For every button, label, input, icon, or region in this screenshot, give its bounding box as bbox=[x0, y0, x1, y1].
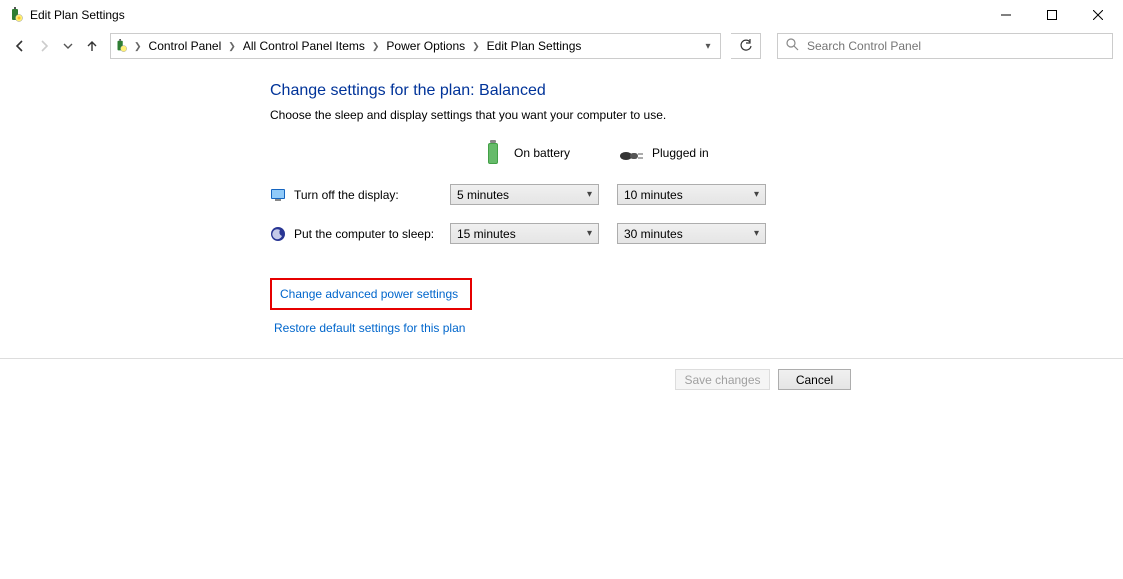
breadcrumb-separator: ❯ bbox=[469, 41, 483, 52]
navigation-bar: ❯ Control Panel ❯ All Control Panel Item… bbox=[0, 30, 1123, 62]
setting-sleep-label: Put the computer to sleep: bbox=[294, 227, 434, 241]
page-subtext: Choose the sleep and display settings th… bbox=[270, 108, 1123, 122]
address-bar-icon bbox=[111, 34, 131, 58]
setting-label: Put the computer to sleep: bbox=[270, 226, 450, 242]
column-plugged-in-label: Plugged in bbox=[652, 146, 709, 160]
window-title: Edit Plan Settings bbox=[30, 8, 983, 22]
display-plugged-dropdown[interactable]: 10 minutes bbox=[617, 184, 766, 205]
sleep-plugged-value: 30 minutes bbox=[624, 227, 683, 241]
cancel-button[interactable]: Cancel bbox=[778, 369, 851, 390]
link-advanced-settings[interactable]: Change advanced power settings bbox=[276, 284, 462, 304]
highlight-box: Change advanced power settings bbox=[270, 278, 472, 310]
breadcrumb-separator: ❯ bbox=[225, 41, 239, 52]
breadcrumb: Control Panel ❯ All Control Panel Items … bbox=[145, 34, 696, 58]
save-button[interactable]: Save changes bbox=[675, 369, 770, 390]
links-block: Change advanced power settings Restore d… bbox=[270, 278, 1123, 338]
window-controls bbox=[983, 0, 1121, 30]
search-icon bbox=[786, 38, 799, 54]
setting-label: Turn off the display: bbox=[270, 187, 450, 203]
setting-row-display: Turn off the display: 5 minutes 10 minut… bbox=[270, 184, 1123, 205]
setting-display-label: Turn off the display: bbox=[294, 188, 399, 202]
search-box[interactable] bbox=[777, 33, 1113, 59]
refresh-button[interactable] bbox=[731, 33, 761, 59]
breadcrumb-power-options[interactable]: Power Options bbox=[382, 39, 469, 53]
breadcrumb-edit-plan[interactable]: Edit Plan Settings bbox=[483, 39, 586, 53]
up-button[interactable] bbox=[82, 36, 102, 56]
display-plugged-value: 10 minutes bbox=[624, 188, 683, 202]
close-button[interactable] bbox=[1075, 0, 1121, 30]
setting-row-sleep: Put the computer to sleep: 15 minutes 30… bbox=[270, 223, 1123, 244]
sleep-battery-value: 15 minutes bbox=[457, 227, 516, 241]
breadcrumb-control-panel[interactable]: Control Panel bbox=[145, 39, 226, 53]
footer: Save changes Cancel bbox=[0, 358, 1123, 400]
sleep-icon bbox=[270, 226, 286, 242]
sleep-battery-dropdown[interactable]: 15 minutes bbox=[450, 223, 599, 244]
display-battery-dropdown[interactable]: 5 minutes bbox=[450, 184, 599, 205]
minimize-button[interactable] bbox=[983, 0, 1029, 30]
titlebar: Edit Plan Settings bbox=[0, 0, 1123, 30]
link-restore-defaults[interactable]: Restore default settings for this plan bbox=[270, 318, 469, 338]
search-input[interactable] bbox=[807, 39, 1104, 53]
address-dropdown-button[interactable]: ▾ bbox=[696, 34, 720, 58]
back-button[interactable] bbox=[10, 36, 30, 56]
battery-icon bbox=[480, 140, 506, 166]
breadcrumb-separator: ❯ bbox=[369, 41, 383, 52]
maximize-button[interactable] bbox=[1029, 0, 1075, 30]
sleep-plugged-dropdown[interactable]: 30 minutes bbox=[617, 223, 766, 244]
column-on-battery-label: On battery bbox=[514, 146, 570, 160]
power-options-icon bbox=[8, 7, 24, 23]
content: Change settings for the plan: Balanced C… bbox=[0, 62, 1123, 338]
recent-locations-button[interactable] bbox=[58, 36, 78, 56]
page-heading: Change settings for the plan: Balanced bbox=[270, 82, 1123, 100]
plug-icon bbox=[618, 140, 644, 166]
display-icon bbox=[270, 187, 286, 203]
column-on-battery: On battery bbox=[450, 140, 618, 166]
display-battery-value: 5 minutes bbox=[457, 188, 509, 202]
breadcrumb-separator: ❯ bbox=[131, 41, 145, 52]
breadcrumb-all-items[interactable]: All Control Panel Items bbox=[239, 39, 369, 53]
column-headers: On battery Plugged in bbox=[450, 140, 1123, 166]
address-bar[interactable]: ❯ Control Panel ❯ All Control Panel Item… bbox=[110, 33, 721, 59]
column-plugged-in: Plugged in bbox=[618, 140, 786, 166]
forward-button[interactable] bbox=[34, 36, 54, 56]
